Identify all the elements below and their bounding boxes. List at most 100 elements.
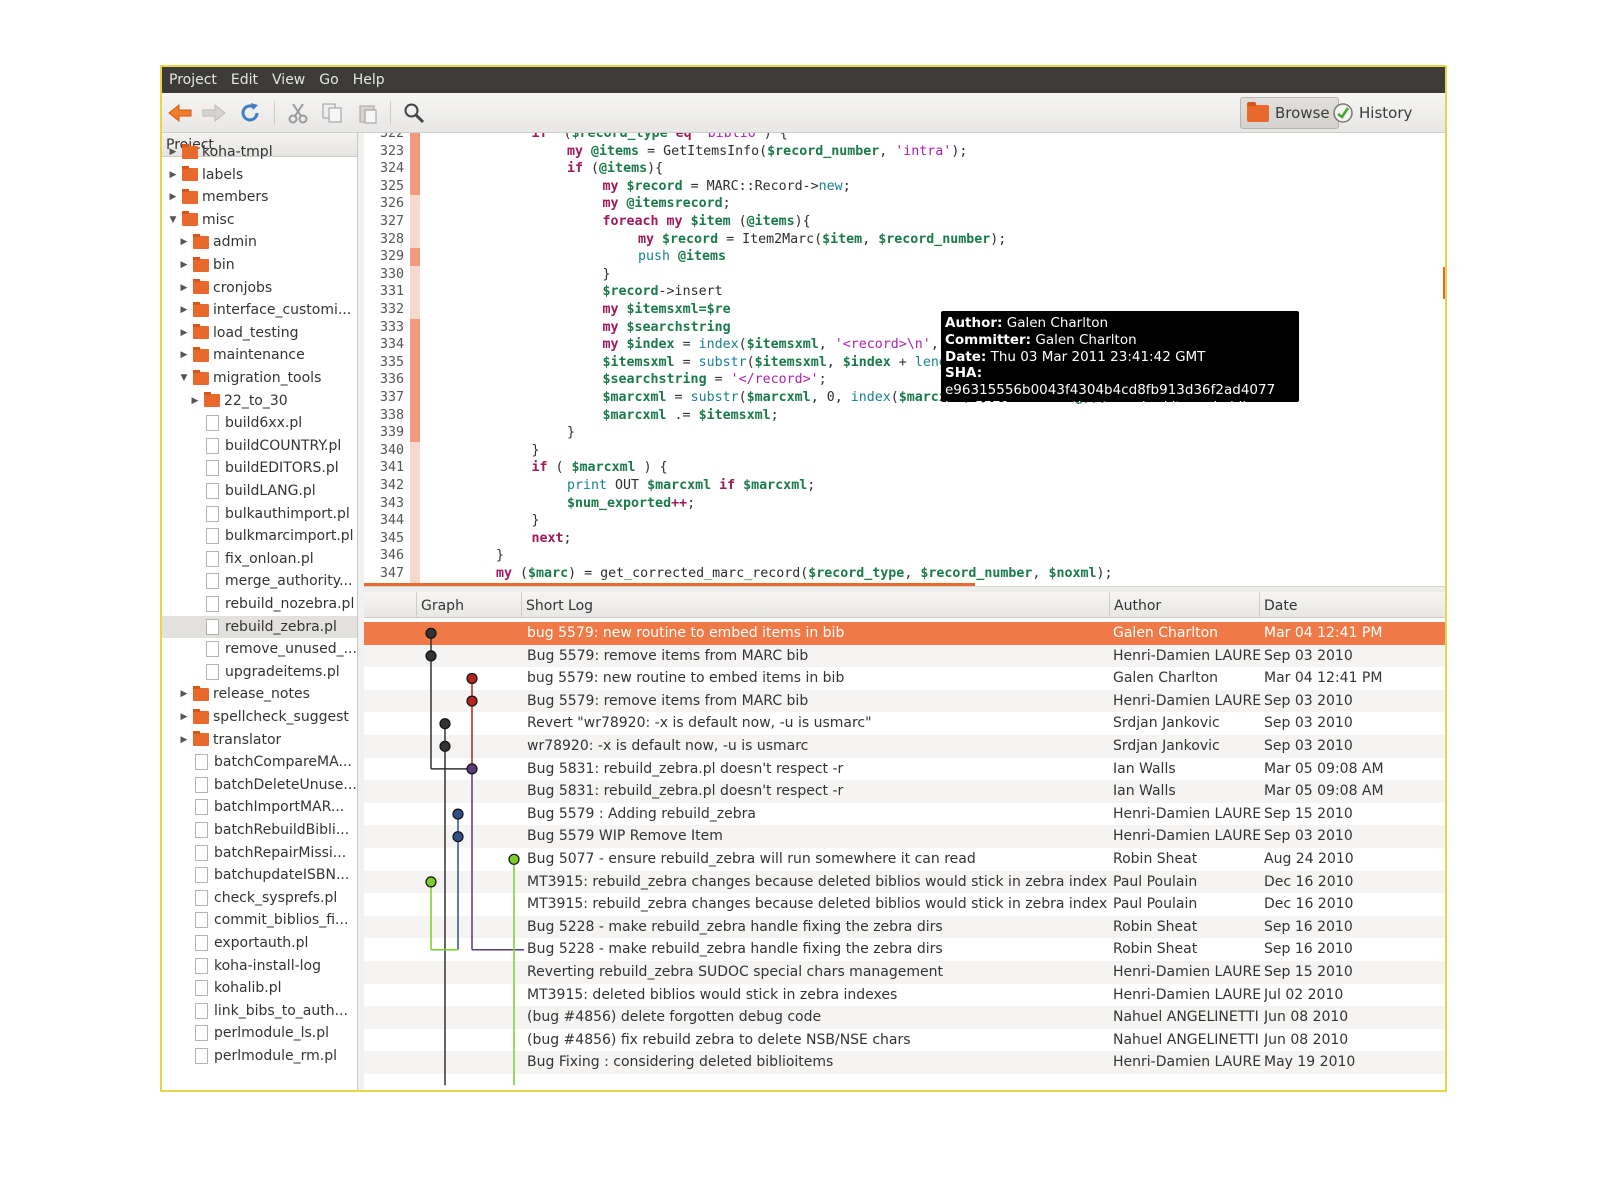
log-row[interactable]: Bug 5228 - make rebuild_zebra handle fix… xyxy=(364,915,1445,939)
expander-closed-icon[interactable]: ▶ xyxy=(179,735,189,745)
expander-open-icon[interactable]: ▼ xyxy=(168,215,178,225)
expander-closed-icon[interactable]: ▶ xyxy=(179,350,189,360)
code-editor[interactable]: 322 if ($record_type eq 'biblio') {323 my … xyxy=(364,133,1445,586)
tree-file[interactable]: merge_authority... xyxy=(162,570,357,592)
blame-gutter-mark[interactable] xyxy=(410,301,420,319)
menu-help[interactable]: Help xyxy=(353,72,385,88)
tree-file[interactable]: remove_unused_... xyxy=(162,638,357,660)
blame-gutter-mark[interactable] xyxy=(410,459,420,477)
column-author[interactable]: Author xyxy=(1109,592,1259,618)
tree-file[interactable]: check_sysprefs.pl xyxy=(162,887,357,909)
tree-file[interactable]: koha-install-log xyxy=(162,955,357,977)
tree-file[interactable]: perlmodule_rm.pl xyxy=(162,1045,357,1067)
log-row[interactable]: MT3915: rebuild_zebra changes because de… xyxy=(364,870,1445,894)
blame-gutter-mark[interactable] xyxy=(410,389,420,407)
column-date[interactable]: Date xyxy=(1259,592,1409,618)
tree-file[interactable]: fix_onloan.pl xyxy=(162,548,357,570)
log-row[interactable]: Bug 5831: rebuild_zebra.pl doesn't respe… xyxy=(364,758,1445,781)
search-button[interactable] xyxy=(400,99,428,127)
tree-file[interactable]: exportauth.pl xyxy=(162,932,357,954)
expander-closed-icon[interactable]: ▶ xyxy=(179,305,189,315)
blame-gutter-mark[interactable] xyxy=(410,160,420,178)
tree-file[interactable]: batchCompareMA... xyxy=(162,751,357,773)
graph-node[interactable] xyxy=(425,650,437,662)
graph-node[interactable] xyxy=(508,853,520,865)
blame-gutter-mark[interactable] xyxy=(410,177,420,196)
blame-gutter-mark[interactable] xyxy=(410,230,420,249)
expander-closed-icon[interactable]: ▶ xyxy=(179,283,189,293)
menu-project[interactable]: Project xyxy=(169,72,217,88)
graph-node[interactable] xyxy=(452,808,464,820)
tree-file[interactable]: kohalib.pl xyxy=(162,977,357,999)
expander-closed-icon[interactable]: ▶ xyxy=(190,396,200,406)
tree-file[interactable]: rebuild_zebra.pl xyxy=(162,615,357,638)
cut-button[interactable] xyxy=(284,99,312,127)
log-row[interactable]: bug 5579: new routine to embed items in … xyxy=(364,667,1445,690)
refresh-button[interactable] xyxy=(236,99,264,127)
expander-closed-icon[interactable]: ▶ xyxy=(168,192,178,202)
history-button[interactable]: History xyxy=(1326,97,1420,129)
tree-file[interactable]: buildCOUNTRY.pl xyxy=(162,435,357,457)
log-row[interactable]: wr78920: -x is default now, -u is usmarc… xyxy=(364,735,1445,758)
blame-gutter-mark[interactable] xyxy=(410,512,420,530)
tree-folder[interactable]: ▶ spellcheck_suggest xyxy=(162,706,357,728)
blame-gutter-mark[interactable] xyxy=(410,336,420,354)
tree-folder[interactable]: ▶ release_notes xyxy=(162,683,357,705)
tree-folder[interactable]: ▶ interface_customi... xyxy=(162,299,357,321)
log-row[interactable]: Bug 5831: rebuild_zebra.pl doesn't respe… xyxy=(364,780,1445,803)
tree-folder[interactable]: ▶ load_testing xyxy=(162,322,357,344)
tree-folder[interactable]: ▶ maintenance xyxy=(162,344,357,366)
tree-file[interactable]: build6xx.pl xyxy=(162,412,357,434)
blame-gutter-mark[interactable] xyxy=(410,283,420,301)
blame-gutter-mark[interactable] xyxy=(410,213,420,231)
tree-file[interactable]: commit_biblios_fi... xyxy=(162,909,357,931)
expander-open-icon[interactable]: ▼ xyxy=(179,373,189,383)
blame-gutter-mark[interactable] xyxy=(410,133,420,143)
graph-node[interactable] xyxy=(439,718,451,730)
log-row[interactable]: (bug #4856) delete forgotten debug code N… xyxy=(364,1006,1445,1029)
tree-folder[interactable]: ▶ bin xyxy=(162,254,357,276)
tree-file[interactable]: batchRepairMissi... xyxy=(162,842,357,864)
tree-folder[interactable]: ▶ 22_to_30 xyxy=(162,390,357,412)
tree-file[interactable]: link_bibs_to_auth... xyxy=(162,1000,357,1022)
menu-edit[interactable]: Edit xyxy=(231,72,258,88)
tree-file[interactable]: batchRebuildBibli... xyxy=(162,819,357,841)
forward-button[interactable] xyxy=(200,99,228,127)
blame-gutter-mark[interactable] xyxy=(410,406,420,425)
expander-closed-icon[interactable]: ▶ xyxy=(179,328,189,338)
graph-node[interactable] xyxy=(466,763,478,775)
column-graph[interactable]: Graph xyxy=(416,592,520,618)
blame-gutter-mark[interactable] xyxy=(410,353,420,372)
tree-folder[interactable]: ▶ labels xyxy=(162,164,357,186)
tree-folder[interactable]: ▼ misc xyxy=(162,209,357,231)
log-row[interactable]: MT3915: rebuild_zebra changes because de… xyxy=(364,893,1445,916)
blame-gutter-mark[interactable] xyxy=(410,195,420,213)
tree-file[interactable]: bulkmarcimport.pl xyxy=(162,525,357,547)
graph-node[interactable] xyxy=(466,672,478,685)
menu-go[interactable]: Go xyxy=(319,72,338,88)
tree-folder[interactable]: ▼ migration_tools xyxy=(162,367,357,389)
tree-folder[interactable]: ▶ koha-tmpl xyxy=(162,141,357,163)
blame-gutter-mark[interactable] xyxy=(410,424,420,442)
blame-gutter-mark[interactable] xyxy=(410,318,420,337)
column-short-log[interactable]: Short Log xyxy=(521,592,1109,618)
blame-gutter-mark[interactable] xyxy=(410,265,420,284)
tree-folder[interactable]: ▶ cronjobs xyxy=(162,277,357,299)
tree-file[interactable]: bulkauthimport.pl xyxy=(162,503,357,525)
expander-closed-icon[interactable]: ▶ xyxy=(179,712,189,722)
tree-file[interactable]: buildLANG.pl xyxy=(162,480,357,502)
expander-closed-icon[interactable]: ▶ xyxy=(179,237,189,247)
editor-vertical-scrollbar[interactable] xyxy=(1443,267,1445,299)
tree-folder[interactable]: ▶ admin xyxy=(162,231,357,253)
tree-folder[interactable]: ▶ members xyxy=(162,186,357,208)
blame-gutter-mark[interactable] xyxy=(410,565,420,583)
blame-gutter-mark[interactable] xyxy=(410,142,420,161)
log-row[interactable]: Bug 5579: remove items from MARC bib Henr… xyxy=(364,689,1445,713)
menu-view[interactable]: View xyxy=(272,72,305,88)
graph-node[interactable] xyxy=(439,740,451,752)
tree-file[interactable]: buildEDITORS.pl xyxy=(162,457,357,479)
tree-file[interactable]: batchupdateISBN... xyxy=(162,864,357,886)
expander-closed-icon[interactable]: ▶ xyxy=(168,170,178,180)
blame-gutter-mark[interactable] xyxy=(410,248,420,266)
graph-node[interactable] xyxy=(425,627,437,639)
